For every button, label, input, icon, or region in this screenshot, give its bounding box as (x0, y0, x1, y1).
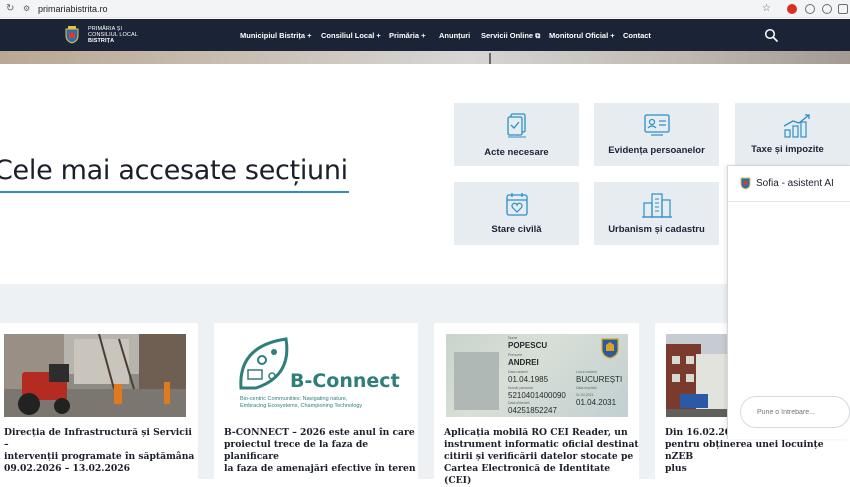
chat-assistant-panel[interactable]: Sofia - asistent AI (727, 165, 850, 439)
news-title[interactable]: Direcția de Infrastructură și Servicii –… (4, 427, 198, 475)
extension-red-icon[interactable] (787, 4, 797, 14)
buildings-icon (641, 193, 672, 218)
id-photo (454, 352, 499, 410)
card-label: Urbanism și cadastru (608, 224, 705, 235)
nav-contact[interactable]: Contact (623, 31, 651, 40)
search-icon[interactable] (764, 28, 778, 42)
bconnect-tagline: Bio-centric Communities: Navigating natu… (240, 396, 363, 409)
news-card-ro-cei-reader[interactable]: Nume POPESCU Prenume ANDREI Data nașteri… (434, 323, 639, 486)
card-evidenta-persoanelor[interactable]: Evidența persoanelor (594, 103, 719, 166)
extension-shield-icon[interactable] (805, 4, 815, 14)
nav-monitorul-oficial[interactable]: Monitorul Oficial + (549, 31, 615, 40)
section-title: Cele mai accesate secțiuni (0, 155, 348, 186)
nav-municipiul-bistrita[interactable]: Municipiul Bistrița + (240, 31, 311, 40)
id-card-icon (643, 114, 670, 136)
news-card-bconnect[interactable]: B-Connect Bio-centric Communities: Navig… (214, 323, 418, 479)
documents-icon (506, 113, 526, 138)
browser-toolbar: ↻ ⚙ primariabistrita.ro ☆ (0, 0, 850, 18)
bookmark-star-icon[interactable]: ☆ (762, 3, 771, 15)
address-bar[interactable]: primariabistrita.ro (38, 3, 108, 15)
hero-image (0, 51, 850, 64)
news-card-infrastructura[interactable]: Direcția de Infrastructură și Servicii –… (0, 323, 198, 479)
chat-title: Sofia - asistent AI (756, 178, 834, 189)
card-urbanism-si-cadastru[interactable]: Urbanism și cadastru (594, 182, 719, 245)
coins-chart-icon (783, 114, 810, 138)
card-label: Stare civilă (491, 224, 542, 235)
extension-circle-icon[interactable] (822, 4, 832, 14)
news-title[interactable]: B-CONNECT – 2026 este anul în care proie… (224, 427, 418, 475)
nav-anunturi[interactable]: Anunțuri (439, 31, 470, 40)
chat-header: Sofia - asistent AI (728, 166, 850, 202)
calendar-heart-icon (505, 193, 528, 216)
card-taxe-si-impozite[interactable]: Taxe și impozite (735, 103, 850, 166)
news-image-id-card: Nume POPESCU Prenume ANDREI Data nașteri… (446, 334, 628, 417)
site-logo-text[interactable]: PRIMĂRIA ȘI CONSILIUL LOCAL BISTRIȚA (88, 26, 138, 44)
nav-primaria[interactable]: Primăria + (389, 31, 425, 40)
city-crest-icon[interactable] (65, 26, 79, 44)
news-image-bconnect-logo: B-Connect Bio-centric Communities: Navig… (224, 334, 406, 417)
card-label: Acte necesare (484, 147, 549, 158)
external-link-icon: ⧉ (535, 33, 541, 40)
news-title[interactable]: Aplicația mobilă RO CEI Reader, un instr… (444, 427, 639, 487)
site-info-icon[interactable]: ⚙ (23, 3, 30, 15)
romania-crest-icon (601, 338, 619, 359)
reload-icon[interactable]: ↻ (6, 3, 14, 15)
news-image-building (666, 334, 736, 417)
news-image-street-work (4, 334, 186, 417)
site-header: PRIMĂRIA ȘI CONSILIUL LOCAL BISTRIȚA Mun… (0, 19, 850, 51)
card-stare-civila[interactable]: Stare civilă (454, 182, 579, 245)
card-label: Evidența persoanelor (608, 145, 705, 156)
assistant-crest-icon (740, 177, 751, 190)
card-label: Taxe și impozite (751, 144, 824, 155)
extensions-puzzle-icon[interactable] (838, 4, 848, 14)
chat-question-input[interactable] (740, 396, 850, 428)
nav-servicii-online[interactable]: Servicii Online ⧉ (481, 31, 540, 41)
title-underline (0, 191, 349, 193)
bconnect-leaf-icon (239, 337, 289, 390)
bconnect-logo-text: B-Connect (290, 370, 400, 392)
card-acte-necesare[interactable]: Acte necesare (454, 103, 579, 166)
nav-consiliul-local[interactable]: Consiliul Local + (321, 31, 381, 40)
